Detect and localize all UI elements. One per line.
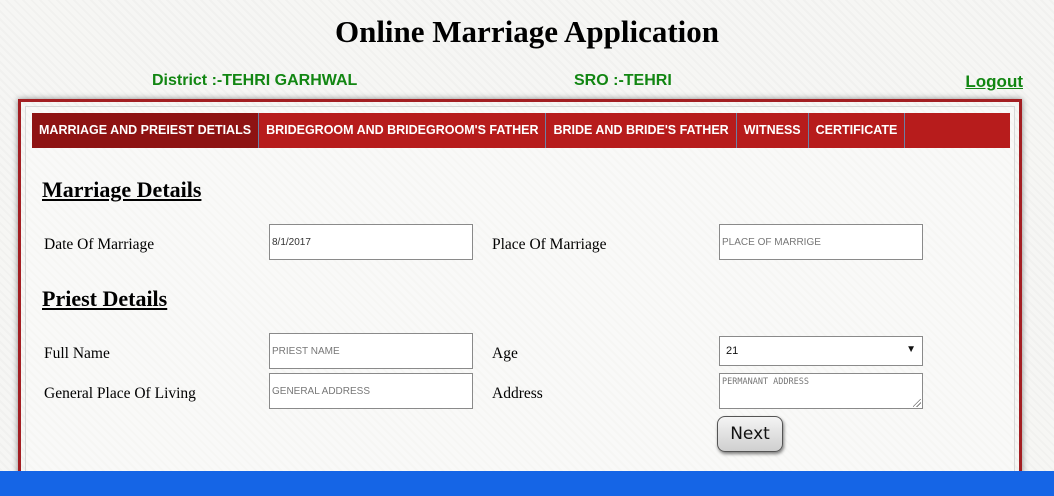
- full-name-label: Full Name: [44, 345, 110, 362]
- general-place-label: General Place Of Living: [44, 385, 196, 402]
- tab-witness[interactable]: WITNESS: [737, 113, 809, 148]
- place-of-marriage-input[interactable]: [719, 224, 923, 260]
- sro-info: SRO :-TEHRI: [574, 72, 672, 89]
- permanent-address-textarea[interactable]: [719, 373, 923, 409]
- address-label: Address: [492, 385, 543, 402]
- age-select[interactable]: 21 ▼: [719, 336, 923, 366]
- priest-details-heading: Priest Details: [42, 286, 168, 311]
- next-button[interactable]: Next: [717, 416, 783, 452]
- logout-link[interactable]: Logout: [965, 72, 1023, 92]
- dropdown-arrow-icon: ▼: [906, 344, 916, 355]
- tab-bar: MARRIAGE AND PREIEST DETIALS BRIDEGROOM …: [32, 113, 1010, 148]
- date-of-marriage-input[interactable]: [269, 224, 473, 260]
- tab-bride-and-father[interactable]: BRIDE AND BRIDE'S FATHER: [546, 113, 737, 148]
- application-panel: MARRIAGE AND PREIEST DETIALS BRIDEGROOM …: [18, 99, 1022, 479]
- age-select-value: 21: [726, 345, 739, 357]
- bottom-bar: [0, 471, 1054, 496]
- resize-handle-icon[interactable]: [913, 399, 921, 407]
- tab-marriage-and-priest-details[interactable]: MARRIAGE AND PREIEST DETIALS: [32, 113, 260, 148]
- tab-certificate[interactable]: CERTIFICATE: [809, 113, 906, 148]
- panel-content: MARRIAGE AND PREIEST DETIALS BRIDEGROOM …: [25, 106, 1015, 476]
- district-info: District :-TEHRI GARHWAL: [152, 72, 358, 89]
- marriage-details-heading: Marriage Details: [42, 177, 202, 202]
- date-of-marriage-label: Date Of Marriage: [44, 236, 155, 253]
- age-label: Age: [492, 345, 518, 362]
- priest-name-input[interactable]: [269, 333, 473, 369]
- place-of-marriage-label: Place Of Marriage: [492, 236, 607, 253]
- tab-bridegroom-and-father[interactable]: BRIDEGROOM AND BRIDEGROOM'S FATHER: [259, 113, 547, 148]
- general-address-input[interactable]: [269, 373, 473, 409]
- page-title: Online Marriage Application: [334, 14, 720, 49]
